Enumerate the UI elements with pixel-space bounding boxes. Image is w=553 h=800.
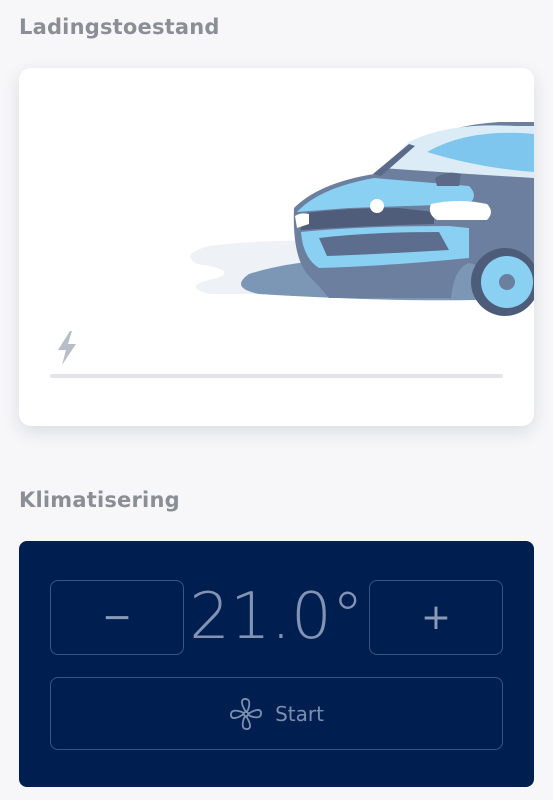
increase-temperature-button[interactable]: + bbox=[369, 580, 503, 655]
start-climate-button[interactable]: Start bbox=[50, 677, 503, 750]
climate-section-title: Klimatisering bbox=[19, 488, 180, 512]
car-front-icon bbox=[190, 122, 534, 316]
lightning-bolt-icon bbox=[58, 331, 76, 365]
charge-level-bar bbox=[50, 374, 503, 378]
fan-icon bbox=[230, 697, 263, 730]
charging-section-title: Ladingstoestand bbox=[19, 15, 220, 39]
temperature-value: 21.0° bbox=[189, 580, 364, 654]
charging-status-card[interactable] bbox=[19, 68, 534, 426]
decrease-temperature-button[interactable]: − bbox=[50, 580, 184, 655]
climate-control-card: − 21.0° + Start bbox=[19, 541, 534, 787]
start-label: Start bbox=[275, 701, 324, 726]
